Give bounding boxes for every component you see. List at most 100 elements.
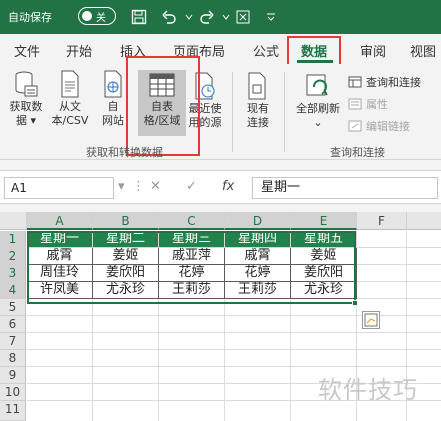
cell-c1[interactable]: 星期三 bbox=[159, 231, 225, 248]
tab-home[interactable]: 开始 bbox=[66, 41, 92, 60]
cell-b4[interactable]: 尤永珍 bbox=[93, 282, 159, 299]
row-header-5[interactable]: 5 bbox=[0, 299, 26, 316]
redo-dropdown-icon[interactable] bbox=[217, 8, 235, 26]
tab-formulas[interactable]: 公式 bbox=[253, 41, 279, 60]
get-data-arrow: 据 ▾ bbox=[15, 114, 37, 127]
column-header-g[interactable] bbox=[407, 212, 441, 230]
cell-c2[interactable]: 戚亚萍 bbox=[159, 248, 225, 265]
cell-a4[interactable]: 许凤美 bbox=[27, 282, 93, 299]
row-header-11[interactable]: 11 bbox=[0, 401, 26, 421]
column-header-a[interactable]: A bbox=[27, 212, 93, 230]
column-header-d[interactable]: D bbox=[225, 212, 291, 230]
from-text-label: 从文 本/CSV bbox=[51, 100, 89, 127]
existing-connections-button[interactable]: 现有 连接 bbox=[238, 72, 278, 130]
toggle-knob bbox=[82, 11, 92, 21]
watermark-text: 软件技巧 bbox=[318, 376, 418, 404]
from-web-label: 自网站 bbox=[102, 100, 124, 127]
row-header-7[interactable]: 7 bbox=[0, 333, 26, 350]
cell-a1[interactable]: 星期一 bbox=[27, 231, 93, 248]
group-get-transform-label: 获取和转换数据 bbox=[86, 146, 163, 159]
tab-file[interactable]: 文件 bbox=[14, 41, 40, 60]
cell-c4[interactable]: 王莉莎 bbox=[159, 282, 225, 299]
cancel-icon[interactable]: ✕ bbox=[150, 179, 161, 194]
edit-links-label: 编辑链接 bbox=[366, 120, 410, 133]
cell-b1[interactable]: 星期二 bbox=[93, 231, 159, 248]
cell-e1[interactable]: 星期五 bbox=[291, 231, 357, 248]
undo-icon[interactable] bbox=[160, 8, 178, 26]
column-header-f[interactable]: F bbox=[357, 212, 407, 230]
row-header-6[interactable]: 6 bbox=[0, 316, 26, 333]
edit-links-icon bbox=[348, 120, 362, 132]
cell-e4[interactable]: 尤永珍 bbox=[291, 282, 357, 299]
queries-connections-label: 查询和连接 bbox=[366, 76, 421, 89]
row-header-2[interactable]: 2 bbox=[0, 248, 26, 265]
cell-b2[interactable]: 姜姬 bbox=[93, 248, 159, 265]
save-icon[interactable] bbox=[130, 8, 148, 26]
row-header-10[interactable]: 10 bbox=[0, 384, 26, 401]
ribbon-separator bbox=[284, 72, 285, 152]
column-header-b[interactable]: B bbox=[93, 212, 159, 230]
refresh-all-button[interactable]: 全部刷新 ⌄ bbox=[292, 72, 344, 130]
row-header-8[interactable]: 8 bbox=[0, 350, 26, 367]
insert-function-icon[interactable]: fx bbox=[222, 179, 234, 194]
get-data-button[interactable]: 获取数 据 ▾ bbox=[6, 70, 46, 128]
queries-icon bbox=[348, 76, 362, 88]
quick-analysis-button[interactable] bbox=[362, 311, 380, 329]
refresh-icon bbox=[306, 74, 328, 96]
cell-a2[interactable]: 戚霄 bbox=[27, 248, 93, 265]
from-web-button[interactable]: 自网站 bbox=[100, 70, 126, 128]
sort-icon[interactable] bbox=[234, 8, 252, 26]
fill-handle[interactable] bbox=[352, 300, 358, 306]
existing-connections-label: 现有 连接 bbox=[247, 102, 269, 129]
cell-a3[interactable]: 周佳玲 bbox=[27, 265, 93, 282]
undo-dropdown-icon[interactable] bbox=[180, 8, 198, 26]
existing-connections-icon bbox=[248, 72, 266, 100]
queries-connections-button[interactable]: 查询和连接 bbox=[348, 74, 421, 90]
refresh-dropdown-icon[interactable]: ⌄ bbox=[313, 116, 322, 129]
autosave-toggle[interactable]: 关 bbox=[78, 7, 116, 25]
row-header-4[interactable]: 4 bbox=[0, 282, 26, 299]
cell-e3[interactable]: 姜欣阳 bbox=[291, 265, 357, 282]
database-icon bbox=[15, 71, 38, 97]
formula-input[interactable]: 星期一 bbox=[252, 177, 438, 199]
column-header-c[interactable]: C bbox=[159, 212, 225, 230]
properties-label: 属性 bbox=[366, 98, 388, 111]
redo-icon[interactable] bbox=[198, 8, 216, 26]
cell-d4[interactable]: 王莉莎 bbox=[225, 282, 291, 299]
row-header-3[interactable]: 3 bbox=[0, 265, 26, 282]
properties-icon bbox=[348, 98, 362, 110]
web-icon bbox=[104, 70, 122, 98]
cell-c3[interactable]: 花婷 bbox=[159, 265, 225, 282]
row-header-9[interactable]: 9 bbox=[0, 367, 26, 384]
cell-b3[interactable]: 姜欣阳 bbox=[93, 265, 159, 282]
group-queries-label: 查询和连接 bbox=[330, 146, 385, 159]
row-header-1[interactable]: 1 bbox=[0, 231, 26, 248]
ribbon-tabs: 文件 开始 插入 页面布局 公式 数据 审阅 视图 bbox=[0, 34, 441, 64]
name-box-dropdown-icon[interactable]: ▾ bbox=[118, 179, 125, 194]
text-file-icon bbox=[61, 70, 79, 98]
from-table-highlight-box bbox=[126, 56, 200, 156]
get-data-label: 获取数 bbox=[9, 100, 43, 113]
title-bar: 自动保存 关 bbox=[0, 0, 441, 34]
tab-review[interactable]: 审阅 bbox=[360, 41, 386, 60]
enter-icon[interactable]: ✓ bbox=[186, 179, 197, 194]
cell-e2[interactable]: 姜姬 bbox=[291, 248, 357, 265]
customize-toolbar-icon[interactable] bbox=[262, 8, 280, 26]
ribbon-separator bbox=[232, 72, 233, 152]
cell-d1[interactable]: 星期四 bbox=[225, 231, 291, 248]
cell-d2[interactable]: 戚霄 bbox=[225, 248, 291, 265]
refresh-all-label: 全部刷新 bbox=[296, 102, 340, 115]
right-gridlines bbox=[357, 231, 441, 299]
edit-links-button[interactable]: 编辑链接 bbox=[348, 118, 410, 134]
column-header-e[interactable]: E bbox=[291, 212, 357, 230]
from-text-csv-button[interactable]: 从文 本/CSV bbox=[50, 70, 90, 128]
formula-bar: A1 ▾ ⋮ ✕ ✓ fx 星期一 bbox=[0, 170, 441, 204]
cell-d3[interactable]: 花婷 bbox=[225, 265, 291, 282]
name-box[interactable]: A1 bbox=[4, 177, 114, 199]
formula-bar-separator: ⋮ bbox=[132, 179, 145, 194]
autosave-label: 自动保存 bbox=[8, 11, 52, 24]
properties-button[interactable]: 属性 bbox=[348, 96, 388, 112]
select-all-corner[interactable] bbox=[0, 212, 27, 230]
tab-view[interactable]: 视图 bbox=[410, 41, 436, 60]
toggle-state: 关 bbox=[96, 13, 106, 24]
